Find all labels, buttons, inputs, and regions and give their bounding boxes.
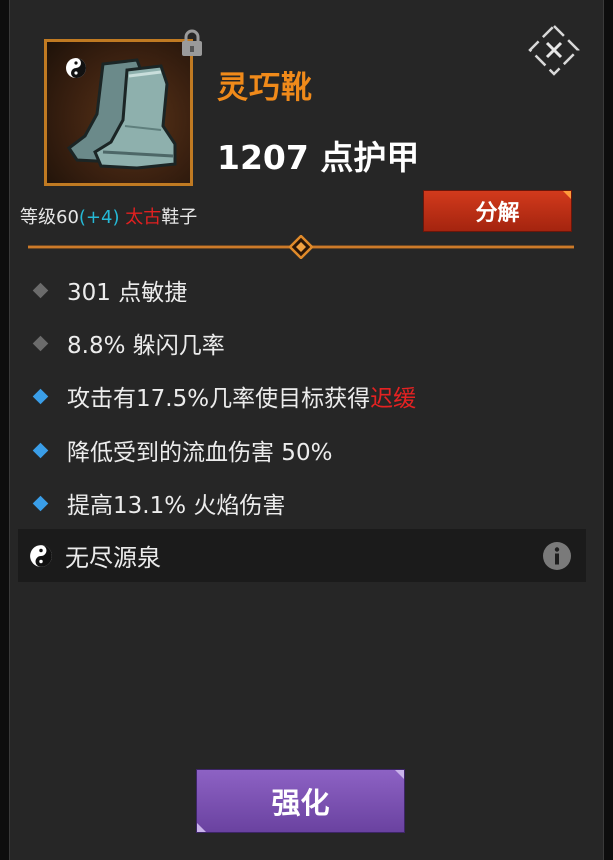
item-icon-frame <box>44 39 193 186</box>
tier-label: 太古 <box>125 207 162 228</box>
yin-yang-icon <box>30 544 52 567</box>
item-meta: 等级60(+4) 太古鞋子 <box>20 203 197 229</box>
secondary-stat-bullet-icon <box>32 442 49 458</box>
slot-label: 鞋子 <box>161 207 198 228</box>
close-icon[interactable] <box>528 24 580 76</box>
stat-line: 提高13.1% 火焰伤害 <box>32 486 285 520</box>
info-icon[interactable] <box>542 541 572 571</box>
level-label: 等级60 <box>20 207 79 228</box>
divider <box>28 235 574 259</box>
stat-text: 降低受到的流血伤害 50% <box>67 440 333 466</box>
stat-text: 8.8% 躲闪几率 <box>67 333 225 359</box>
stat-text: 攻击有17.5%几率使目标获得 <box>67 386 371 412</box>
decompose-button[interactable]: 分解 <box>423 190 572 232</box>
stat-line: 301 点敏捷 <box>32 273 187 307</box>
secondary-stat-bullet-icon <box>32 388 49 404</box>
lock-icon[interactable] <box>180 29 204 57</box>
item-name: 灵巧靴 <box>217 70 313 106</box>
stat-text: 提高13.1% 火焰伤害 <box>67 493 286 519</box>
stat-line: 8.8% 躲闪几率 <box>32 326 225 360</box>
level-bonus: (+4) <box>78 207 120 228</box>
stat-line: 攻击有17.5%几率使目标获得 迟缓 <box>32 379 416 413</box>
armor-value: 1207 点护甲 <box>217 138 420 177</box>
slow-effect-keyword[interactable]: 迟缓 <box>370 379 416 413</box>
stat-line: 降低受到的流血伤害 50% <box>32 433 332 467</box>
set-bonus-row[interactable]: 无尽源泉 <box>18 529 586 582</box>
stat-text: 301 点敏捷 <box>67 280 188 306</box>
set-name: 无尽源泉 <box>65 544 161 572</box>
primary-stat-bullet-icon <box>32 335 49 351</box>
primary-stat-bullet-icon <box>32 282 49 298</box>
secondary-stat-bullet-icon <box>32 495 49 511</box>
enhance-button[interactable]: 强化 <box>196 769 405 833</box>
yin-yang-icon <box>66 58 86 78</box>
